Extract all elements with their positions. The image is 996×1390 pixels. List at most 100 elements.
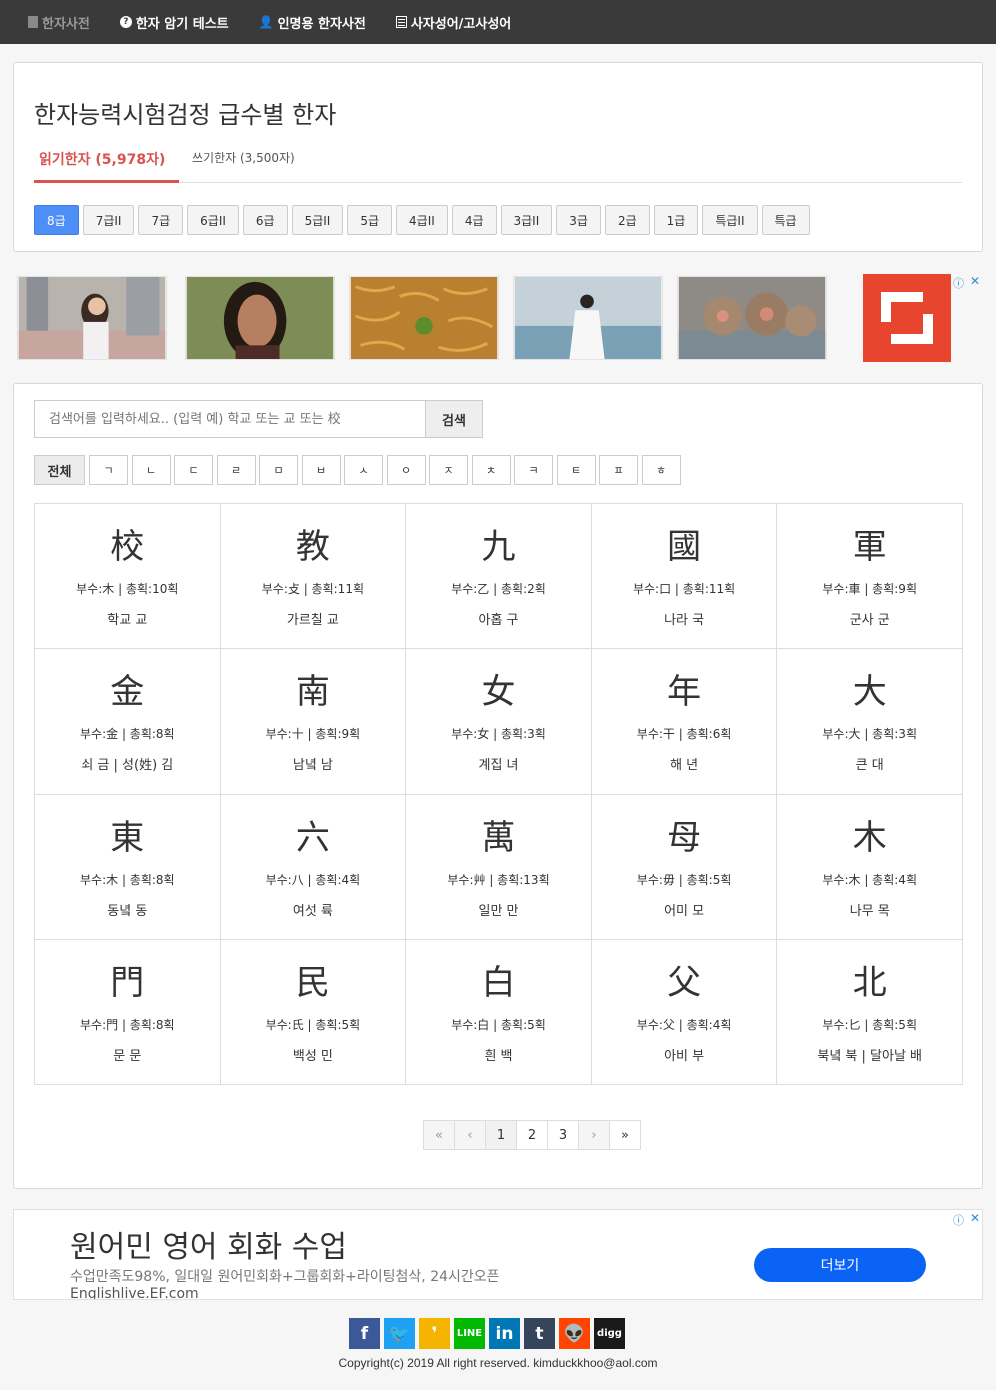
ad-url[interactable]: Englishlive.EF.com (70, 1286, 199, 1299)
search-input[interactable] (34, 400, 426, 438)
hanja-character[interactable]: 北 (777, 960, 962, 1006)
hanja-character[interactable]: 女 (406, 669, 591, 715)
grade-button[interactable]: 5급 (347, 205, 393, 235)
tab-read-hanja[interactable]: 읽기한자 (5,978자) (34, 149, 179, 183)
hanja-character[interactable]: 教 (221, 524, 406, 570)
page-prev-button[interactable]: ‹ (454, 1120, 486, 1150)
initial-all-button[interactable]: 전체 (34, 455, 85, 485)
grade-button[interactable]: 8급 (34, 205, 79, 235)
hanja-card[interactable]: 校 부수:木 | 총획:10획 학교 교 (35, 504, 221, 650)
hanja-character[interactable]: 南 (221, 669, 406, 715)
linkedin-icon[interactable]: in (489, 1318, 520, 1349)
hanja-character[interactable]: 六 (221, 815, 406, 861)
hanja-card[interactable]: 九 부수:乙 | 총획:2획 아홉 구 (406, 504, 592, 650)
line-icon[interactable]: LINE (454, 1318, 485, 1349)
ad-close-icon[interactable]: ✕ (970, 274, 980, 288)
tumblr-icon[interactable]: t (524, 1318, 555, 1349)
hanja-character[interactable]: 門 (35, 960, 220, 1006)
nav-idioms[interactable]: 사자성어/고사성어 (395, 13, 511, 32)
kakaostory-icon[interactable]: ❜ (419, 1318, 450, 1349)
hanja-card[interactable]: 萬 부수:艸 | 총획:13획 일만 만 (406, 794, 592, 940)
grade-button[interactable]: 1급 (653, 205, 699, 235)
hanja-card[interactable]: 女 부수:女 | 총획:3획 계집 녀 (406, 649, 592, 795)
twitter-icon[interactable]: 🐦 (384, 1318, 415, 1349)
ad-close-icon[interactable]: ✕ (970, 1211, 980, 1225)
grade-button[interactable]: 3급II (500, 205, 553, 235)
hanja-character[interactable]: 母 (592, 815, 777, 861)
hanja-card[interactable]: 民 부수:氏 | 총획:5획 백성 민 (220, 939, 407, 1085)
grade-button[interactable]: 7급 (138, 205, 184, 235)
hanja-character[interactable]: 民 (221, 960, 406, 1006)
hanja-character[interactable]: 大 (777, 669, 962, 715)
grade-button[interactable]: 특급II (702, 205, 758, 235)
hanja-card[interactable]: 木 부수:木 | 총획:4획 나무 목 (777, 794, 963, 940)
adchoices-icon[interactable]: ⓘ (953, 275, 964, 291)
digg-icon[interactable]: digg (594, 1318, 625, 1349)
page-button-1[interactable]: 1 (485, 1120, 517, 1150)
hanja-card[interactable]: 教 부수:攴 | 총획:11획 가르칠 교 (220, 504, 407, 650)
initial-button[interactable]: ㅎ (641, 455, 681, 485)
grade-button[interactable]: 4급 (451, 205, 497, 235)
hanja-card[interactable]: 金 부수:金 | 총획:8획 쇠 금 | 성(姓) 김 (35, 649, 221, 795)
hanja-character[interactable]: 國 (592, 524, 777, 570)
search-button[interactable]: 검색 (425, 400, 483, 438)
page-next-button[interactable]: › (578, 1120, 610, 1150)
hanja-character[interactable]: 校 (35, 524, 220, 570)
nav-hanja-test[interactable]: ? 한자 암기 테스트 (119, 13, 229, 32)
ad-title[interactable]: 원어민 영어 회화 수업 (70, 1222, 347, 1266)
ad-more-button[interactable]: 더보기 (754, 1248, 926, 1282)
hanja-card[interactable]: 大 부수:大 | 총획:3획 큰 대 (777, 649, 963, 795)
hanja-card[interactable]: 東 부수:木 | 총획:8획 동녘 동 (35, 794, 221, 940)
grade-button[interactable]: 특급 (761, 205, 810, 235)
ad-image-monkeys[interactable] (677, 276, 827, 360)
page-button-2[interactable]: 2 (516, 1120, 548, 1150)
adchoices-icon[interactable]: ⓘ (953, 1212, 964, 1228)
image-ad-banner[interactable]: ⓘ ✕ (17, 273, 982, 363)
initial-button[interactable]: ㄴ (131, 455, 171, 485)
ad-image-woman-portrait[interactable] (185, 276, 335, 360)
initial-button[interactable]: ㄷ (174, 455, 213, 485)
nav-name-hanja[interactable]: 👤 인명용 한자사전 (259, 13, 366, 32)
page-first-button[interactable]: « (423, 1120, 455, 1150)
initial-button[interactable]: ㅍ (599, 455, 638, 485)
hanja-character[interactable]: 木 (777, 815, 962, 861)
hanja-card[interactable]: 白 부수:白 | 총획:5획 흰 백 (406, 939, 592, 1085)
facebook-icon[interactable]: f (349, 1318, 380, 1349)
initial-button[interactable]: ㄹ (216, 455, 256, 485)
initial-button[interactable]: ㅇ (386, 455, 426, 485)
hanja-character[interactable]: 年 (592, 669, 777, 715)
hanja-card[interactable]: 軍 부수:車 | 총획:9획 군사 군 (777, 504, 963, 650)
initial-button[interactable]: ㅅ (344, 455, 383, 485)
initial-button[interactable]: ㅁ (259, 455, 298, 485)
hanja-card[interactable]: 母 부수:毋 | 총획:5획 어미 모 (591, 794, 778, 940)
initial-button[interactable]: ㅋ (514, 455, 553, 485)
hanja-character[interactable]: 軍 (777, 524, 962, 570)
ad-brand-logo[interactable] (863, 274, 951, 362)
grade-button[interactable]: 4급II (396, 205, 448, 235)
grade-button[interactable]: 6급II (187, 205, 239, 235)
hanja-character[interactable]: 萬 (406, 815, 591, 861)
ad-image-mealworms[interactable] (349, 276, 499, 360)
hanja-card[interactable]: 南 부수:十 | 총획:9획 남녘 남 (220, 649, 407, 795)
initial-button[interactable]: ㅊ (471, 455, 511, 485)
reddit-icon[interactable]: 👽 (559, 1318, 590, 1349)
hanja-character[interactable]: 金 (35, 669, 220, 715)
hanja-card[interactable]: 六 부수:八 | 총획:4획 여섯 륙 (220, 794, 407, 940)
hanja-card[interactable]: 北 부수:匕 | 총획:5획 북녘 북 | 달아날 배 (777, 939, 963, 1085)
initial-button[interactable]: ㅈ (429, 455, 468, 485)
initial-button[interactable]: ㅌ (556, 455, 596, 485)
hanja-card[interactable]: 父 부수:父 | 총획:4획 아비 부 (591, 939, 778, 1085)
hanja-card[interactable]: 年 부수:干 | 총획:6획 해 년 (591, 649, 778, 795)
page-last-button[interactable]: » (609, 1120, 641, 1150)
nav-hanja-dictionary[interactable]: 한자사전 (28, 13, 90, 32)
ad-image-woman-street[interactable] (17, 276, 167, 360)
tab-write-hanja[interactable]: 쓰기한자 (3,500자) (192, 149, 295, 166)
initial-button[interactable]: ㄱ (89, 455, 128, 485)
grade-button[interactable]: 2급 (604, 205, 650, 235)
page-button-3[interactable]: 3 (547, 1120, 579, 1150)
hanja-character[interactable]: 九 (406, 524, 591, 570)
hanja-character[interactable]: 東 (35, 815, 220, 861)
hanja-character[interactable]: 白 (406, 960, 591, 1006)
ad-image-bride[interactable] (513, 276, 663, 360)
text-ad-banner[interactable]: 원어민 영어 회화 수업 수업만족도98%, 일대일 원어민회화+그룹회화+라이… (13, 1209, 983, 1300)
